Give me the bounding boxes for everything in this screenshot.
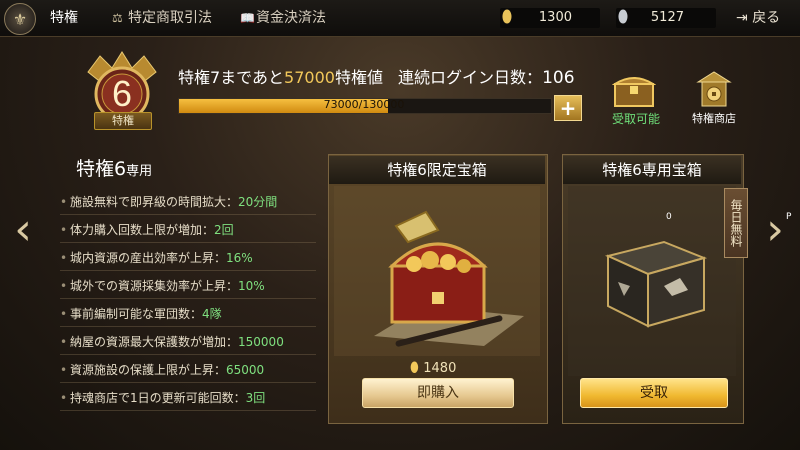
perks-title-suffix: 専用	[126, 164, 153, 179]
bullet-icon: •	[60, 251, 68, 265]
progress-points: 57000	[284, 68, 335, 87]
perk-text: 施設無料で即昇級の時間拡大：	[70, 195, 239, 209]
treasure-chest-icon[interactable]	[612, 72, 656, 108]
claim-available-label[interactable]: 受取可能	[604, 110, 668, 127]
bullet-icon: •	[60, 279, 68, 293]
perk-value: 65000	[226, 363, 265, 377]
add-privilege-button[interactable]: +	[554, 95, 582, 121]
tab-label: 特権	[50, 10, 78, 26]
limited-chest-title: 特権6限定宝箱	[329, 156, 545, 184]
tab-label: 資金決済法	[256, 10, 326, 26]
perk-value: 3回	[245, 391, 266, 405]
tab-specified-commercial-transactions[interactable]: ⚖ 特定商取引法	[112, 6, 212, 30]
gold-ingot-icon: ⬮	[410, 360, 424, 376]
perk-item: • 体力購入回数上限が増加：2回	[60, 218, 316, 243]
perk-value: 10%	[238, 279, 265, 293]
exclusive-treasure-chest-icon	[568, 186, 736, 376]
perk-value: 2回	[214, 223, 234, 237]
perk-item: • 持魂商店で1日の更新可能回数：3回	[60, 386, 316, 411]
perk-item: • 事前編制可能な軍団数：4隊	[60, 302, 316, 327]
progress-prefix: 特権7まであと	[178, 68, 285, 87]
bullet-icon: •	[60, 363, 68, 377]
rank-progress-value: 73000/130000	[323, 98, 405, 111]
rank-level: 6	[111, 73, 133, 114]
perk-text: 納屋の資源最大保護数が増加：	[70, 335, 239, 349]
rank-progress-text: 特権7まであと57000特権値 連続ログイン日数：106	[178, 64, 575, 88]
perk-item: • 資源施設の保護上限が上昇：65000	[60, 358, 316, 383]
perk-text: 城内資源の産出効率が上昇：	[70, 251, 227, 265]
limited-treasure-chest-icon	[334, 186, 540, 356]
card-marker: 0	[666, 212, 672, 222]
limited-chest-price: ⬮ 1480	[410, 360, 456, 376]
privilege-shop-label[interactable]: 特権商店	[682, 110, 746, 126]
login-days-value: 106	[542, 68, 575, 88]
previous-rank-arrow-icon[interactable]: ‹	[10, 208, 36, 252]
clan-crest-icon[interactable]: ⚜	[4, 3, 36, 35]
login-days-label: 連続ログイン日数：	[398, 68, 543, 87]
perk-value: 150000	[238, 335, 284, 349]
bullet-icon: •	[60, 335, 68, 349]
perk-value: 16%	[226, 251, 253, 265]
gold-currency-value: 1300	[538, 10, 572, 25]
book-icon: 📖	[240, 11, 255, 25]
perks-title-main: 特権6	[76, 158, 127, 180]
perks-title: 特権6専用	[76, 154, 152, 181]
perk-item: • 施設無料で即昇級の時間拡大：20分間	[60, 190, 316, 215]
price-value: 1480	[423, 361, 457, 376]
perk-item: • 城外での資源採集効率が上昇：10%	[60, 274, 316, 299]
back-label: 戻る	[752, 10, 781, 26]
bullet-icon: •	[60, 195, 68, 209]
gold-ingot-icon: ⬮	[501, 7, 513, 27]
perk-text: 資源施設の保護上限が上昇：	[70, 363, 227, 377]
buy-now-button[interactable]: 即購入	[362, 378, 514, 408]
rank-label: 特権	[94, 112, 152, 130]
back-button[interactable]: ⇥ 戻る	[736, 6, 780, 30]
tab-label: 特定商取引法	[128, 10, 212, 26]
tab-privilege[interactable]: 特権	[50, 6, 78, 30]
silver-ingot-icon: ⬮	[617, 7, 629, 27]
bullet-icon: •	[60, 307, 68, 321]
bullet-icon: •	[60, 223, 68, 237]
next-rank-arrow-icon[interactable]: ›	[762, 208, 788, 252]
perk-text: 城外での資源採集効率が上昇：	[70, 279, 239, 293]
gavel-icon: ⚖	[112, 11, 123, 25]
daily-free-tag: 毎日無料	[724, 188, 748, 258]
perk-item: • 城内資源の産出効率が上昇：16%	[60, 246, 316, 271]
progress-suffix: 特権値	[334, 68, 383, 87]
tab-payment-services[interactable]: 📖資金決済法	[240, 6, 326, 30]
perk-value: 4隊	[202, 307, 222, 321]
claim-button[interactable]: 受取	[580, 378, 728, 408]
bullet-icon: •	[60, 391, 68, 405]
privilege-shop-icon[interactable]	[694, 70, 734, 110]
perk-item: • 納屋の資源最大保護数が増加：150000	[60, 330, 316, 355]
perk-text: 持魂商店で1日の更新可能回数：	[70, 391, 246, 405]
silver-currency-value: 5127	[650, 10, 684, 25]
exit-icon: ⇥	[736, 10, 753, 26]
perk-text: 体力購入回数上限が増加：	[70, 223, 215, 237]
perk-text: 事前編制可能な軍団数：	[70, 307, 203, 321]
exclusive-chest-title: 特権6専用宝箱	[563, 156, 741, 184]
perk-value: 20分間	[238, 195, 278, 209]
next-page-marker: P	[786, 212, 792, 222]
